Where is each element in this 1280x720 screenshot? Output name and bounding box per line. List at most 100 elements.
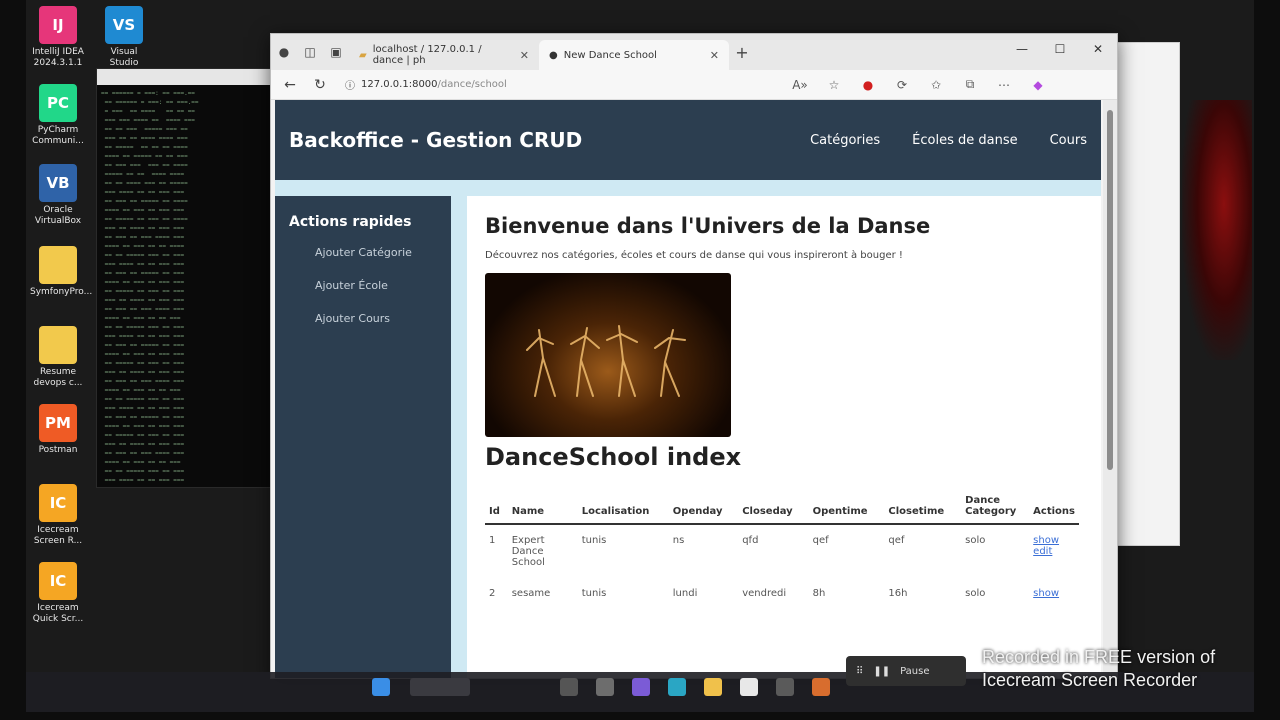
dancers-silhouette [526, 325, 686, 397]
taskbar-app-icon[interactable] [596, 678, 614, 696]
desktop-shortcut[interactable]: IJ IntelliJ IDEA 2024.3.1.1 [30, 6, 86, 69]
web-page: Backoffice - Gestion CRUD Catégories Éco… [275, 100, 1101, 678]
address-bar: ← ↻ ⓘ 127.0.0.1:8000/dance/school A» ☆ ●… [271, 70, 1117, 100]
minimize-icon[interactable]: — [1003, 34, 1041, 64]
opera-extension-icon[interactable]: ● [855, 78, 881, 92]
favorites-icon[interactable]: ✩ [923, 78, 949, 92]
scrollbar-thumb[interactable] [1107, 110, 1113, 470]
desktop-shortcut-label: SymfonyPro... [30, 287, 93, 297]
profile-icon[interactable]: ● [271, 41, 297, 63]
desktop-shortcut-label: Resume devops c... [33, 367, 83, 388]
collections-icon[interactable]: ⧉ [957, 77, 983, 92]
recorder-controls: ⠿ ❚❚ Pause [846, 656, 966, 686]
taskbar-app-icon[interactable] [560, 678, 578, 696]
postman-icon: PM [39, 404, 77, 442]
desktop-shortcut-label: Icecream Screen R... [33, 525, 83, 546]
cell-localisation: tunis [581, 588, 607, 599]
folder-icon [39, 326, 77, 364]
close-icon[interactable]: ✕ [710, 49, 719, 62]
pause-label[interactable]: Pause [900, 666, 929, 677]
desktop-shortcut[interactable]: Resume devops c... [30, 326, 86, 389]
tab-bar: ● ◫ ▣ ▰ localhost / 127.0.0.1 / dance | … [271, 34, 1117, 70]
col-dance-category: Dance Category [961, 489, 1030, 525]
folder-icon [39, 246, 77, 284]
icecream-screenshot-icon: IC [39, 562, 77, 600]
back-icon[interactable]: ← [279, 77, 301, 93]
brand-title[interactable]: Backoffice - Gestion CRUD [289, 128, 582, 152]
desktop-shortcut[interactable]: PM Postman [30, 404, 86, 456]
terminal-window[interactable]: == ====== = ===: == ===.== == ====== = =… [96, 68, 274, 488]
table-row: 2 sesame tunis lundi vendredi 8h 16h sol… [485, 578, 1079, 609]
cell-dance-category: solo [965, 588, 986, 599]
desktop-shortcut-label: Visual Studio [109, 47, 139, 68]
col-openday: Openday [668, 489, 739, 525]
background-window[interactable] [1116, 42, 1180, 546]
taskbar-app-icon[interactable] [776, 678, 794, 696]
taskbar-app-icon[interactable] [668, 678, 686, 696]
browser-window[interactable]: ● ◫ ▣ ▰ localhost / 127.0.0.1 / dance | … [270, 33, 1118, 679]
taskbar-app-icon[interactable] [704, 678, 722, 696]
welcome-subtitle: Découvrez nos catégories, écoles et cour… [485, 250, 903, 261]
cell-closeday: vendredi [742, 588, 787, 599]
nav-ecoles[interactable]: Écoles de danse [912, 133, 1017, 148]
sidebar-title: Actions rapides [289, 214, 412, 230]
desktop-shortcut[interactable]: IC Icecream Quick Scr... [30, 562, 86, 625]
taskbar-app-icon[interactable] [740, 678, 758, 696]
cell-id: 1 [489, 535, 496, 546]
cell-openday: ns [672, 535, 685, 546]
drag-handle-icon[interactable]: ⠿ [856, 666, 863, 677]
welcome-title: Bienvenue dans l'Univers de la Danse [485, 214, 931, 238]
close-window-icon[interactable]: ✕ [1079, 34, 1117, 64]
row-actions-links[interactable]: show edit [1029, 524, 1079, 578]
maximize-icon[interactable]: ☐ [1041, 34, 1079, 64]
terminal-titlebar[interactable] [97, 69, 273, 85]
taskbar-app-icon[interactable] [812, 678, 830, 696]
copilot-icon[interactable]: ◆ [1025, 78, 1051, 92]
cell-openday: lundi [672, 588, 698, 599]
cell-closetime: qef [888, 535, 905, 546]
desktop-shortcut[interactable]: VS Visual Studio [96, 6, 152, 69]
url-field[interactable]: ⓘ 127.0.0.1:8000/dance/school [339, 74, 779, 96]
tab-phpmyadmin[interactable]: ▰ localhost / 127.0.0.1 / dance | ph ✕ [349, 40, 539, 70]
virtualbox-icon: VB [39, 164, 77, 202]
url-host: 127.0.0.1:8000 [361, 79, 438, 90]
reload-icon[interactable]: ↻ [309, 77, 331, 93]
site-nav: Catégories Écoles de danse Cours [810, 133, 1087, 148]
col-closeday: Closeday [738, 489, 809, 525]
row-actions-links[interactable]: show [1029, 578, 1079, 609]
sidebar-add-course[interactable]: Ajouter Cours [289, 312, 437, 325]
tab-label: New Dance School [563, 49, 657, 61]
tab-dance-school[interactable]: ● New Dance School ✕ [539, 40, 729, 70]
start-icon[interactable] [372, 678, 390, 696]
desktop-shortcut[interactable]: SymfonyPro... [30, 246, 93, 298]
video-frame: IJ IntelliJ IDEA 2024.3.1.1 VS Visual Studi… [26, 0, 1254, 712]
read-aloud-icon[interactable]: A» [787, 78, 813, 92]
cell-closetime: 16h [888, 588, 908, 599]
desktop-shortcut[interactable]: VB Oracle VirtualBox [30, 164, 86, 227]
url-path: /dance/school [437, 79, 507, 90]
cell-dance-category: solo [965, 535, 986, 546]
nav-categories[interactable]: Catégories [810, 133, 880, 148]
page-scrollbar[interactable] [1103, 100, 1117, 678]
nav-cours[interactable]: Cours [1050, 133, 1087, 148]
workspaces-icon[interactable]: ◫ [297, 41, 323, 63]
favorite-star-icon[interactable]: ☆ [821, 78, 847, 92]
desktop-shortcut[interactable]: IC Icecream Screen R... [30, 484, 86, 547]
search-icon[interactable] [410, 678, 470, 696]
tab-actions-icon[interactable]: ▣ [323, 41, 349, 63]
desktop-shortcut[interactable]: PC PyCharm Communi... [30, 84, 86, 147]
info-icon: ⓘ [345, 81, 355, 92]
taskbar-app-icon[interactable] [632, 678, 650, 696]
new-tab-icon[interactable]: + [729, 41, 755, 63]
col-closetime: Closetime [884, 489, 962, 525]
more-icon[interactable]: ⋯ [991, 78, 1017, 92]
cell-closeday: qfd [742, 535, 759, 546]
sidebar-add-category[interactable]: Ajouter Catégorie [289, 246, 437, 259]
extensions-icon[interactable]: ⟳ [889, 78, 915, 92]
col-actions: Actions [1029, 489, 1079, 525]
sidebar-add-school[interactable]: Ajouter École [289, 279, 437, 292]
pause-icon[interactable]: ❚❚ [873, 666, 890, 677]
sidebar: Actions rapides Ajouter Catégorie Ajoute… [275, 196, 451, 678]
close-icon[interactable]: ✕ [520, 49, 529, 62]
cell-opentime: qef [812, 535, 829, 546]
